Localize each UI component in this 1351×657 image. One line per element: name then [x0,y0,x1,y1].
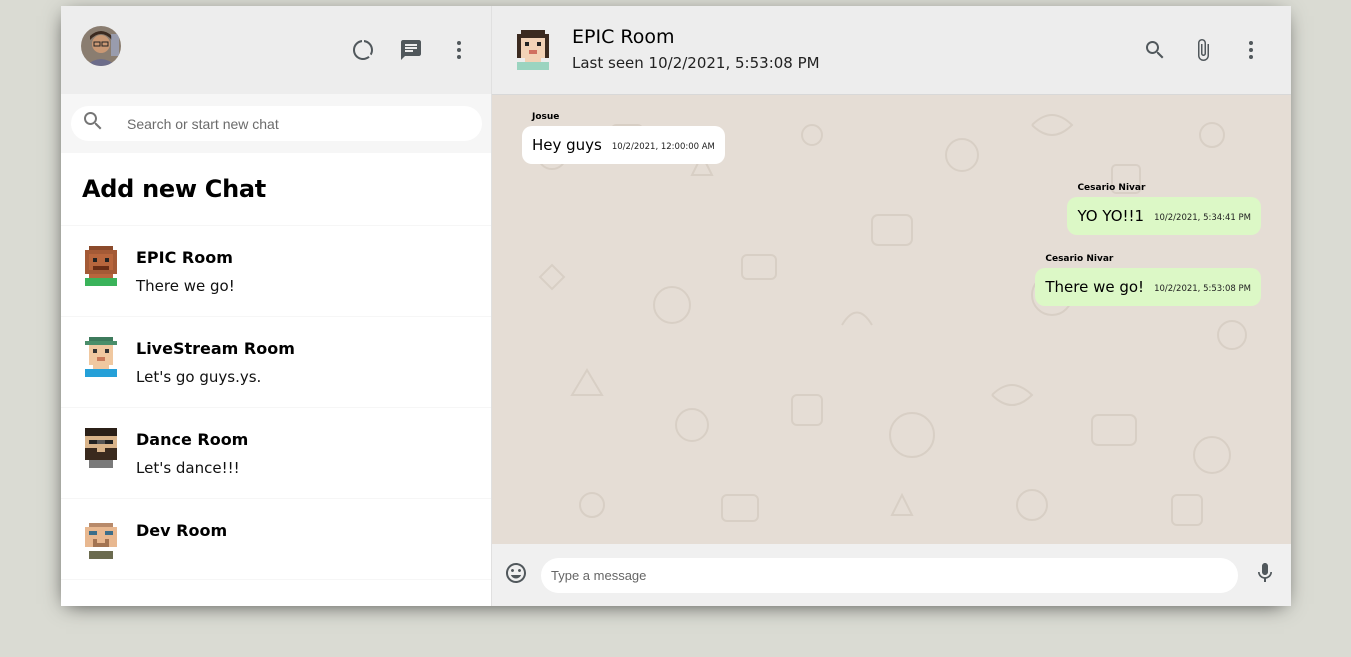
message-sender: Cesario Nivar [1077,183,1146,193]
chat-body: Josue Hey guys 10/2/2021, 12:00:00 AM Ce… [492,95,1291,544]
chat-name: EPIC Room [136,248,233,267]
message-sender: Cesario Nivar [1045,254,1114,264]
message-received: Josue Hey guys 10/2/2021, 12:00:00 AM [522,112,725,164]
room-avatar-icon[interactable] [513,30,553,70]
search-input[interactable] [127,115,448,132]
message-sender: Josue [532,112,560,122]
message-sent: Cesario Nivar There we go! 10/2/2021, 5:… [1035,254,1261,306]
room-name: EPIC Room [572,26,675,48]
more-vert-icon[interactable] [1231,30,1271,70]
chat-panel: EPIC Room Last seen 10/2/2021, 5:53:08 P… [492,6,1291,606]
chat-info: LiveStream Room Let's go guys.ys. [136,337,295,387]
message-timestamp: 10/2/2021, 5:53:08 PM [1154,284,1251,294]
message-timestamp: 10/2/2021, 5:34:41 PM [1154,213,1251,223]
chat-header: EPIC Room Last seen 10/2/2021, 5:53:08 P… [492,6,1291,95]
chat-info: Dev Room [136,519,227,559]
chat-list-item[interactable]: LiveStream Room Let's go guys.ys. [61,317,491,408]
chat-last-message: Let's dance!!! [136,459,240,477]
chat-list-item[interactable]: EPIC Room There we go! [61,226,491,317]
message-bubble[interactable]: YO YO!!1 10/2/2021, 5:34:41 PM [1067,197,1261,235]
chat-name: LiveStream Room [136,339,295,358]
search-icon [81,109,105,138]
add-new-chat-button[interactable]: Add new Chat [61,153,491,226]
chat-list-item[interactable]: Dance Room Let's dance!!! [61,408,491,499]
last-seen: Last seen 10/2/2021, 5:53:08 PM [572,54,820,72]
chat-footer [492,544,1291,606]
pixel-avatar-icon [81,246,121,286]
sidebar-search [61,94,491,153]
chat-header-info: EPIC Room Last seen 10/2/2021, 5:53:08 P… [572,26,1135,72]
pixel-avatar-icon [81,337,121,377]
message-text: YO YO!!1 [1077,207,1145,225]
message-timestamp: 10/2/2021, 12:00:00 AM [611,142,715,152]
chat-name: Dev Room [136,521,228,540]
microphone-icon[interactable] [1253,561,1277,590]
new-chat-icon[interactable] [391,30,431,70]
search-container [71,106,482,141]
search-icon[interactable] [1135,30,1175,70]
attach-file-icon[interactable] [1183,30,1223,70]
sidebar: Add new Chat EPIC Room [61,6,492,606]
chat-list: Add new Chat EPIC Room There we go! Live… [61,153,491,606]
pixel-avatar-icon [81,519,121,559]
sidebar-header [61,6,491,94]
message-bubble[interactable]: Hey guys 10/2/2021, 12:00:00 AM [522,126,725,164]
message-bubble[interactable]: There we go! 10/2/2021, 5:53:08 PM [1035,268,1261,306]
chat-list-item[interactable]: Dev Room [61,499,491,580]
chat-info: EPIC Room There we go! [136,246,235,296]
message-input[interactable] [541,557,1238,593]
more-vert-icon[interactable] [439,30,479,70]
add-new-chat-label: Add new Chat [82,175,266,203]
chat-header-icons [1135,30,1271,70]
emoji-icon[interactable] [504,561,528,590]
chat-last-message: There we go! [136,277,235,295]
status-icon[interactable] [343,30,383,70]
chat-name: Dance Room [136,430,249,449]
whatsapp-clone-app: Add new Chat EPIC Room [61,6,1291,606]
pixel-avatar-icon [81,428,121,468]
user-avatar[interactable] [81,26,121,66]
chat-info: Dance Room Let's dance!!! [136,428,248,478]
message-text: There we go! [1045,278,1145,296]
message-sent: Cesario Nivar YO YO!!1 10/2/2021, 5:34:4… [1067,183,1261,235]
chat-last-message: Let's go guys.ys. [136,368,262,386]
sidebar-header-icons [343,30,479,70]
message-text: Hey guys [532,136,602,154]
